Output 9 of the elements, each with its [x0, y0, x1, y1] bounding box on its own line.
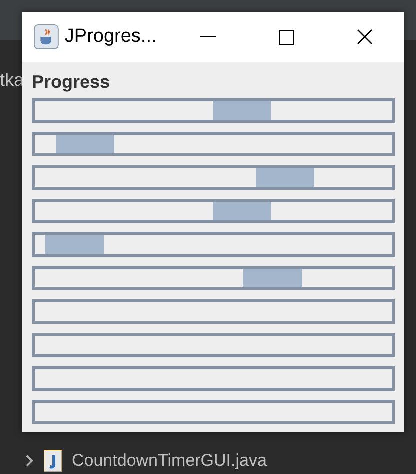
- minimize-icon: [200, 36, 216, 38]
- chevron-icon[interactable]: [26, 455, 34, 467]
- java-cup-icon: [34, 24, 59, 50]
- maximize-icon: [278, 30, 294, 44]
- file-name[interactable]: CountdownTimerGUI.java: [72, 451, 267, 471]
- close-icon: [356, 29, 373, 45]
- java-file-icon: [44, 450, 62, 472]
- window-title: JProgres...: [64, 26, 158, 48]
- progress-heading: Progress: [32, 74, 112, 90]
